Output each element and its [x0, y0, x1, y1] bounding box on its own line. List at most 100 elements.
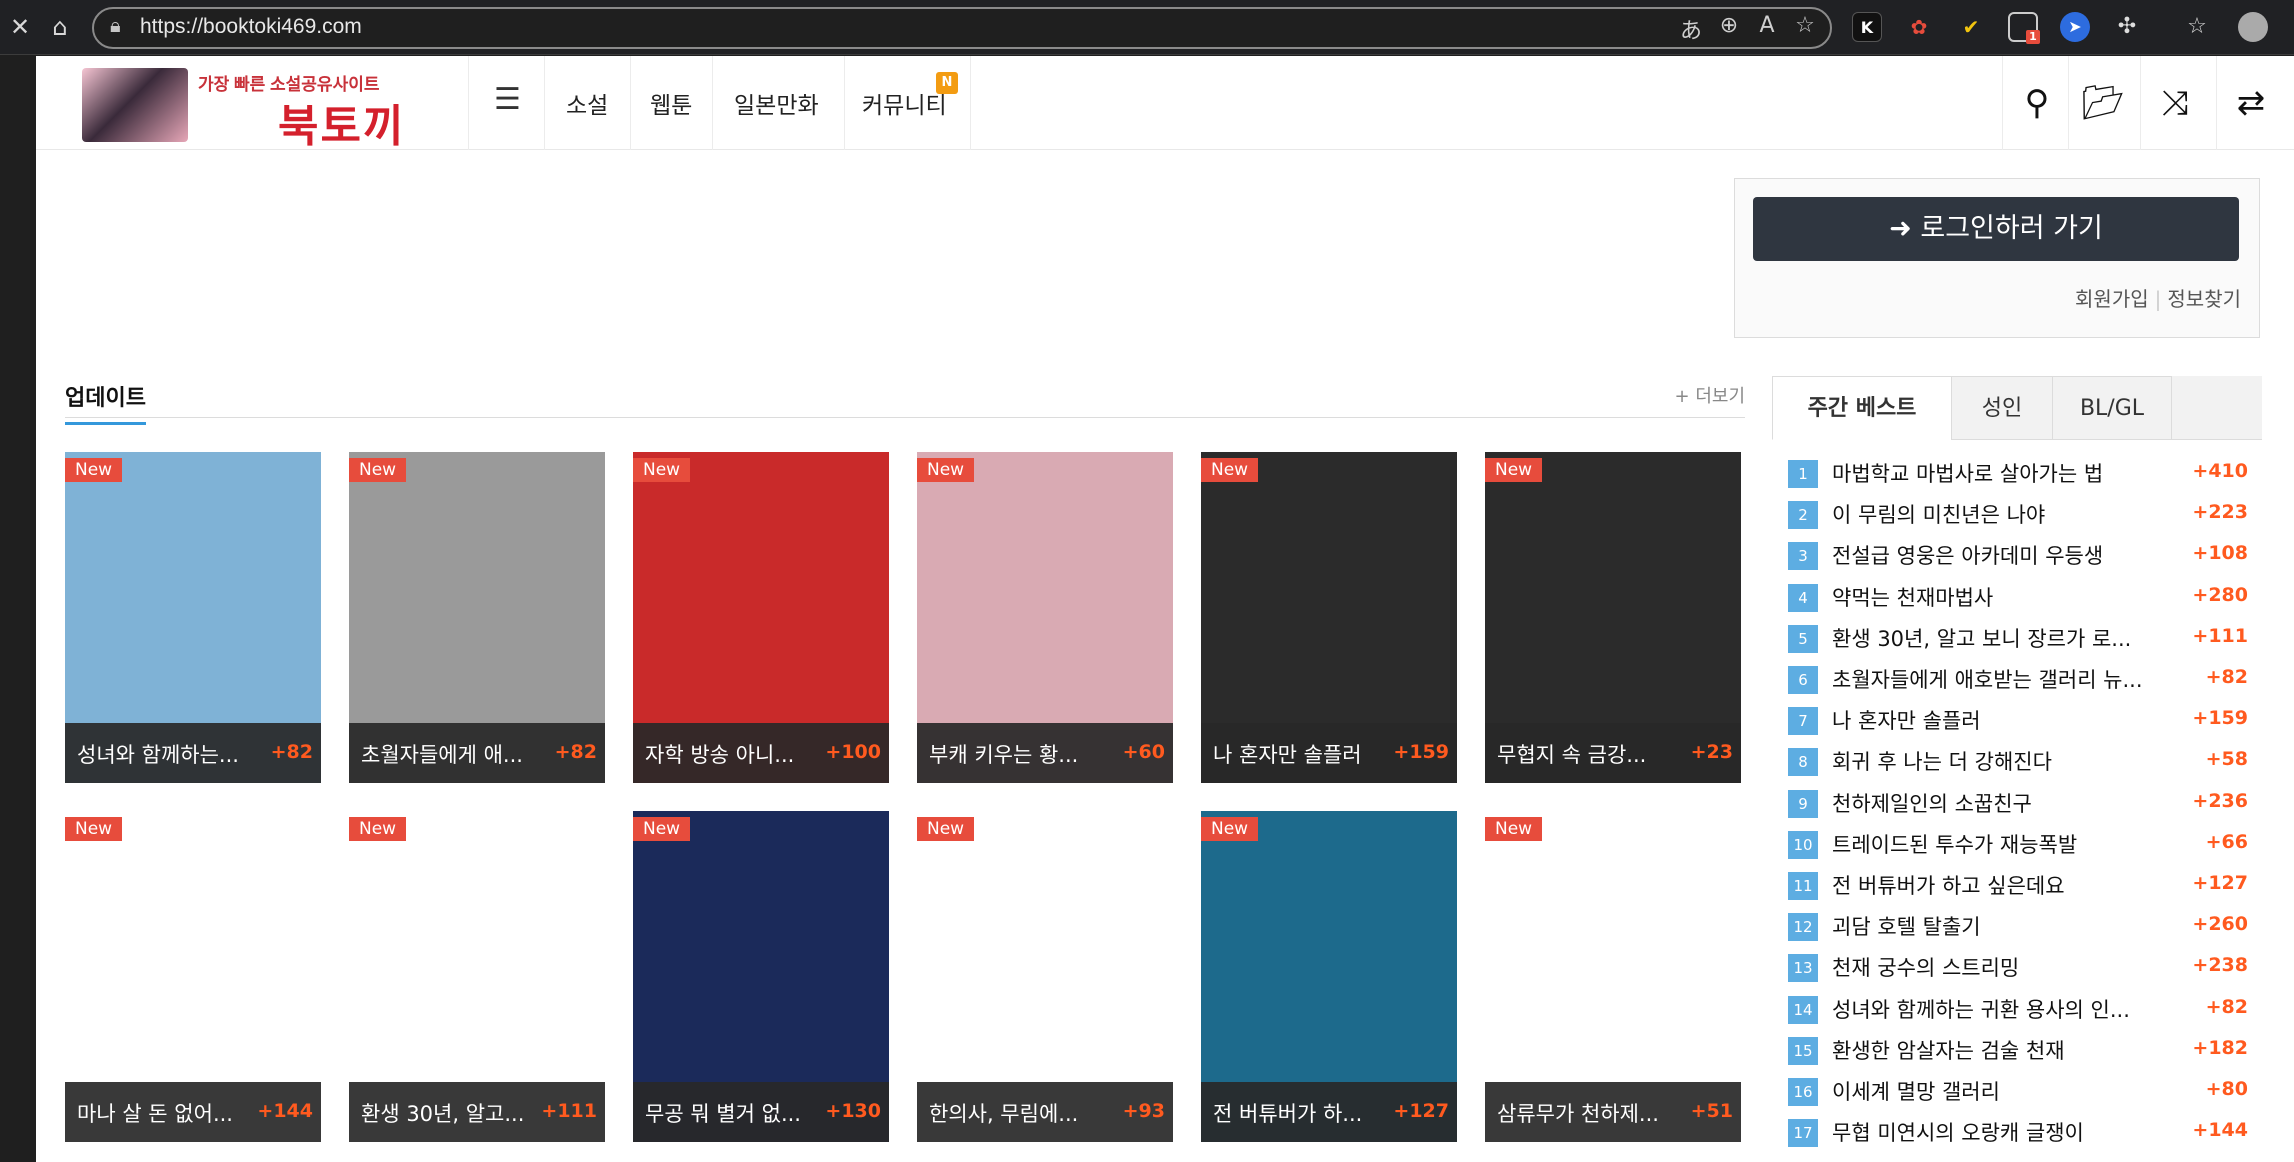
ranking-item[interactable]: 1 마법학교 마법사로 살아가는 법 +410	[1788, 454, 2258, 495]
card-title: 삼류무가 천하제...	[1497, 1102, 1659, 1126]
tab-weekly-best[interactable]: 주간 베스트	[1772, 376, 1952, 440]
card-title: 한의사, 무림에...	[929, 1102, 1079, 1126]
card-caption: 나 혼자만 솔플러 +159	[1201, 723, 1457, 783]
rank-title: 초월자들에게 애호받는 갤러리 뉴...	[1832, 668, 2143, 692]
ranking-item[interactable]: 7 나 혼자만 솔플러 +159	[1788, 701, 2258, 742]
new-label: New	[1485, 458, 1543, 482]
tab-bl-gl[interactable]: BL/GL	[2052, 376, 2172, 440]
rank-number: 1	[1788, 460, 1818, 488]
address-bar[interactable]: 🔒︎ https://booktoki469.com あ ⊕ A ☆	[92, 7, 1832, 49]
extension-puzzle-red-icon[interactable]: ✿	[1904, 12, 1934, 42]
find-info-link[interactable]: 정보찾기	[2167, 287, 2241, 311]
update-card[interactable]: New 자학 방송 아니... +100	[633, 452, 889, 783]
nav-japanese-manga[interactable]: 일본만화	[734, 86, 819, 120]
ranking-item[interactable]: 14 성녀와 함께하는 귀환 용사의 인... +82	[1788, 990, 2258, 1031]
update-card[interactable]: New 초월자들에게 애... +82	[349, 452, 605, 783]
card-count: +60	[1122, 741, 1165, 763]
extension-badge-icon[interactable]: 1	[2008, 12, 2040, 44]
zoom-icon[interactable]: ⊕	[1712, 13, 1746, 38]
update-card[interactable]: New 성녀와 함께하는... +82	[65, 452, 321, 783]
nav-novel[interactable]: 소설	[566, 86, 608, 120]
rank-count: +223	[2192, 501, 2248, 524]
nav-webtoon[interactable]: 웹툰	[650, 86, 692, 120]
ranking-item[interactable]: 3 전설급 영웅은 아카데미 우등생 +108	[1788, 536, 2258, 577]
card-title: 부캐 키우는 황...	[929, 743, 1079, 767]
card-caption: 무공 뭐 별거 없... +130	[633, 1082, 889, 1142]
card-caption: 무협지 속 금강... +23	[1485, 723, 1741, 783]
extension-badge-count: 1	[2026, 30, 2040, 44]
update-card[interactable]: New 마나 살 돈 없어... +144	[65, 811, 321, 1142]
rank-title: 전 버튜버가 하고 싶은데요	[1832, 874, 2065, 898]
rank-count: +58	[2205, 748, 2248, 771]
rank-count: +159	[2192, 707, 2248, 730]
card-count: +130	[825, 1100, 881, 1122]
ranking-item[interactable]: 13 천재 궁수의 스트리밍 +238	[1788, 948, 2258, 989]
updates-title: 업데이트	[65, 380, 146, 425]
rank-title: 이 무림의 미친년은 나야	[1832, 503, 2046, 528]
update-card[interactable]: New 삼류무가 천하제... +51	[1485, 811, 1741, 1142]
card-title: 환생 30년, 알고...	[361, 1102, 525, 1126]
ranking-item[interactable]: 2 이 무림의 미친년은 나야 +223	[1788, 495, 2258, 536]
swap-arrows-icon[interactable]: ⇄	[2216, 74, 2286, 132]
read-aloud-icon[interactable]: A	[1750, 13, 1784, 38]
shuffle-icon[interactable]: ⤨	[2140, 74, 2210, 132]
search-icon[interactable]: ⚲	[2002, 74, 2072, 132]
rank-number: 14	[1788, 995, 1818, 1024]
card-caption: 부캐 키우는 황... +60	[917, 723, 1173, 783]
new-label: New	[349, 817, 407, 841]
ranking-item[interactable]: 6 초월자들에게 애호받는 갤러리 뉴... +82	[1788, 660, 2258, 701]
site-logo[interactable]: 가장 빠른 소설공유사이트 북토끼	[82, 68, 452, 151]
update-card[interactable]: New 무협지 속 금강... +23	[1485, 452, 1741, 783]
folder-open-icon[interactable]: 📂︎	[2068, 74, 2138, 132]
card-count: +82	[270, 741, 313, 763]
rank-count: +238	[2192, 954, 2248, 977]
ranking-item[interactable]: 12 괴담 호텔 탈출기 +260	[1788, 907, 2258, 948]
signup-link[interactable]: 회원가입	[2075, 287, 2149, 311]
login-button[interactable]: ➜ 로그인하러 가기	[1753, 197, 2239, 261]
card-title: 전 버튜버가 하...	[1213, 1102, 1363, 1126]
update-card[interactable]: New 한의사, 무림에... +93	[917, 811, 1173, 1142]
url-text: https://booktoki469.com	[140, 15, 362, 38]
rank-number: 9	[1788, 789, 1818, 818]
ranking-item[interactable]: 15 환생한 암살자는 검술 천재 +182	[1788, 1031, 2258, 1072]
update-card[interactable]: New 무공 뭐 별거 없... +130	[633, 811, 889, 1142]
card-count: +23	[1690, 741, 1733, 763]
rank-number: 11	[1788, 872, 1818, 900]
favorites-icon[interactable]: ☆	[2182, 12, 2212, 42]
more-link[interactable]: + 더보기	[1675, 382, 1745, 408]
login-box: ➜ 로그인하러 가기 회원가입 | 정보찾기	[1734, 178, 2260, 338]
ranking-item[interactable]: 4 약먹는 천재마법사 +280	[1788, 578, 2258, 619]
ranking-item[interactable]: 9 천하제일인의 소꿉친구 +236	[1788, 784, 2258, 825]
update-card[interactable]: New 나 혼자만 솔플러 +159	[1201, 452, 1457, 783]
home-icon[interactable]: ⌂	[40, 0, 80, 55]
rank-number: 5	[1788, 624, 1818, 653]
new-label: New	[1201, 458, 1259, 482]
profile-avatar-icon[interactable]	[2238, 12, 2268, 42]
tab-adult[interactable]: 성인	[1951, 376, 2053, 440]
rank-title: 전설급 영웅은 아카데미 우등생	[1832, 544, 2104, 569]
update-card[interactable]: New 전 버튜버가 하... +127	[1201, 811, 1457, 1142]
nav-community[interactable]: 커뮤니티	[862, 86, 947, 120]
card-count: +144	[257, 1100, 313, 1122]
ranking-item[interactable]: 11 전 버튜버가 하고 싶은데요 +127	[1788, 866, 2258, 907]
extensions-puzzle-icon[interactable]: ✣	[2112, 12, 2142, 42]
close-icon[interactable]: ✕	[0, 0, 40, 55]
update-card[interactable]: New 부캐 키우는 황... +60	[917, 452, 1173, 783]
ranking-item[interactable]: 8 회귀 후 나는 더 강해진다 +58	[1788, 742, 2258, 783]
ranking-item[interactable]: 17 무협 미연시의 오랑캐 글쟁이 +144	[1788, 1113, 2258, 1154]
translate-icon[interactable]: あ	[1674, 13, 1708, 45]
hamburger-menu-icon[interactable]: ☰	[494, 82, 521, 117]
favorite-star-icon[interactable]: ☆	[1788, 13, 1822, 38]
card-title: 무협지 속 금강...	[1497, 743, 1647, 767]
ranking-item[interactable]: 5 환생 30년, 알고 보니 장르가 로... +111	[1788, 619, 2258, 660]
extension-k-icon[interactable]: K	[1852, 12, 1882, 42]
extension-arrow-icon[interactable]: ➤	[2060, 12, 2090, 42]
card-caption: 환생 30년, 알고... +111	[349, 1082, 605, 1142]
update-card[interactable]: New 환생 30년, 알고... +111	[349, 811, 605, 1142]
rank-title: 성녀와 함께하는 귀환 용사의 인...	[1832, 997, 2130, 1022]
ranking-item[interactable]: 10 트레이드된 투수가 재능폭발 +66	[1788, 825, 2258, 866]
card-caption: 마나 살 돈 없어... +144	[65, 1082, 321, 1142]
ranking-item[interactable]: 16 이세계 멸망 갤러리 +80	[1788, 1072, 2258, 1113]
new-label: New	[65, 817, 123, 841]
extension-check-icon[interactable]: ✔	[1956, 12, 1986, 42]
